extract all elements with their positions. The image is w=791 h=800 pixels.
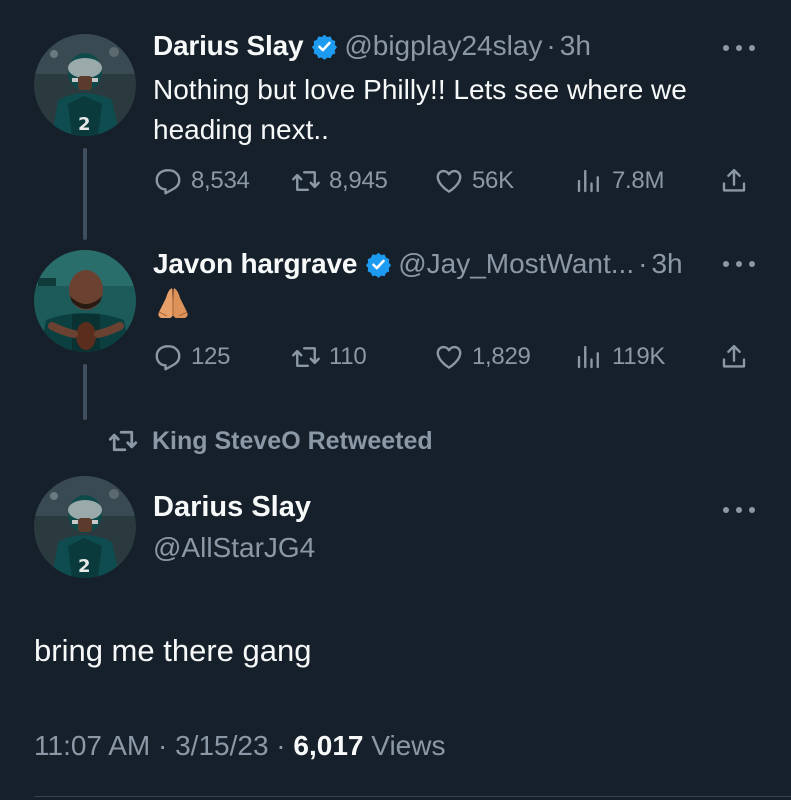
views-label: Views (363, 730, 446, 761)
like-button[interactable]: 56K (434, 163, 514, 199)
views-chart-icon (577, 345, 599, 369)
retweet-button[interactable]: 110 (291, 339, 367, 375)
tweet-detail-page: 2 Darius Slay @bigplay24slay · 3h Nothin… (0, 0, 791, 800)
views-button[interactable]: 119K (574, 339, 665, 375)
main-tweet-text: bring me there gang (34, 633, 312, 668)
svg-text:2: 2 (78, 114, 91, 135)
retweet-button[interactable]: 8,945 (291, 163, 388, 199)
avatar[interactable]: 2 (34, 34, 136, 136)
author-handle[interactable]: @Jay_MostWant... (398, 248, 634, 280)
author-name[interactable]: Darius Slay (153, 30, 304, 62)
share-icon (722, 168, 746, 192)
tweet-header: Javon hargrave @Jay_MostWant... · 3h (153, 248, 751, 280)
tweet-text (153, 286, 751, 320)
reply-count: 8,534 (191, 167, 250, 194)
avatar[interactable] (34, 250, 136, 352)
verified-badge-icon (365, 251, 392, 278)
avatar[interactable]: 2 (34, 476, 136, 578)
like-count: 56K (472, 167, 514, 194)
tweet-actions: 125 110 1,829 119K (153, 339, 755, 375)
retweet-icon (292, 171, 320, 191)
views-button[interactable]: 7.8M (574, 163, 664, 199)
tweet-text: Nothing but love Philly!! Lets see where… (153, 74, 687, 145)
retweet-icon (108, 430, 138, 452)
more-options-icon[interactable] (723, 252, 755, 276)
verified-badge-icon (311, 33, 338, 60)
view-count: 7.8M (612, 167, 665, 194)
retweet-count: 110 (329, 343, 367, 370)
tweet-time[interactable]: 3h (651, 248, 682, 280)
svg-text:2: 2 (78, 556, 91, 577)
retweet-context-label: King SteveO Retweeted (152, 426, 433, 455)
main-author-handle[interactable]: @AllStarJG4 (153, 532, 315, 564)
reply-button[interactable]: 125 (153, 339, 230, 375)
views-chart-icon (577, 169, 599, 193)
thread-tweet-1[interactable]: 2 Darius Slay @bigplay24slay · 3h Nothin… (0, 0, 791, 240)
share-button[interactable] (719, 339, 757, 375)
share-button[interactable] (719, 163, 757, 199)
retweet-icon (292, 347, 320, 367)
folded-hands-emoji-icon (158, 288, 188, 318)
thread-connector-line (83, 148, 87, 240)
eagles-player-avatar-icon (34, 250, 136, 352)
author-name[interactable]: Javon hargrave (153, 248, 357, 280)
eagles-player-avatar-icon: 2 (34, 34, 136, 136)
thread-connector-line (83, 364, 87, 420)
tweet-metadata: 11:07 AM · 3/15/23 · 6,017 Views (34, 730, 445, 762)
share-icon (722, 344, 746, 368)
reply-count: 125 (191, 343, 231, 370)
reply-icon (155, 169, 181, 195)
more-options-icon[interactable] (723, 36, 755, 60)
thread-tweet-2[interactable]: Javon hargrave @Jay_MostWant... · 3h 125 (0, 240, 791, 420)
tweet-header: Darius Slay @bigplay24slay · 3h (153, 30, 751, 62)
views-count: 6,017 (293, 730, 364, 761)
like-button[interactable]: 1,829 (434, 339, 531, 375)
tweet-actions: 8,534 8,945 56K 7.8M (153, 163, 755, 199)
heart-icon (436, 169, 462, 193)
retweet-context[interactable]: King SteveO Retweeted (108, 426, 433, 456)
reply-button[interactable]: 8,534 (153, 163, 250, 199)
tweet-timestamp[interactable]: 11:07 AM · 3/15/23 · (34, 730, 293, 761)
author-handle[interactable]: @bigplay24slay (344, 30, 542, 62)
eagles-player-avatar-icon: 2 (34, 476, 136, 578)
like-count: 1,829 (472, 343, 531, 370)
tweet-time[interactable]: 3h (560, 30, 591, 62)
reply-icon (155, 345, 181, 371)
heart-icon (436, 345, 462, 369)
retweet-count: 8,945 (329, 167, 388, 194)
more-options-icon[interactable] (723, 498, 755, 522)
separator-dot: · (546, 30, 556, 61)
view-count: 119K (612, 343, 666, 370)
main-author-name[interactable]: Darius Slay (153, 491, 311, 524)
separator-dot: · (638, 248, 648, 279)
divider (34, 796, 791, 797)
